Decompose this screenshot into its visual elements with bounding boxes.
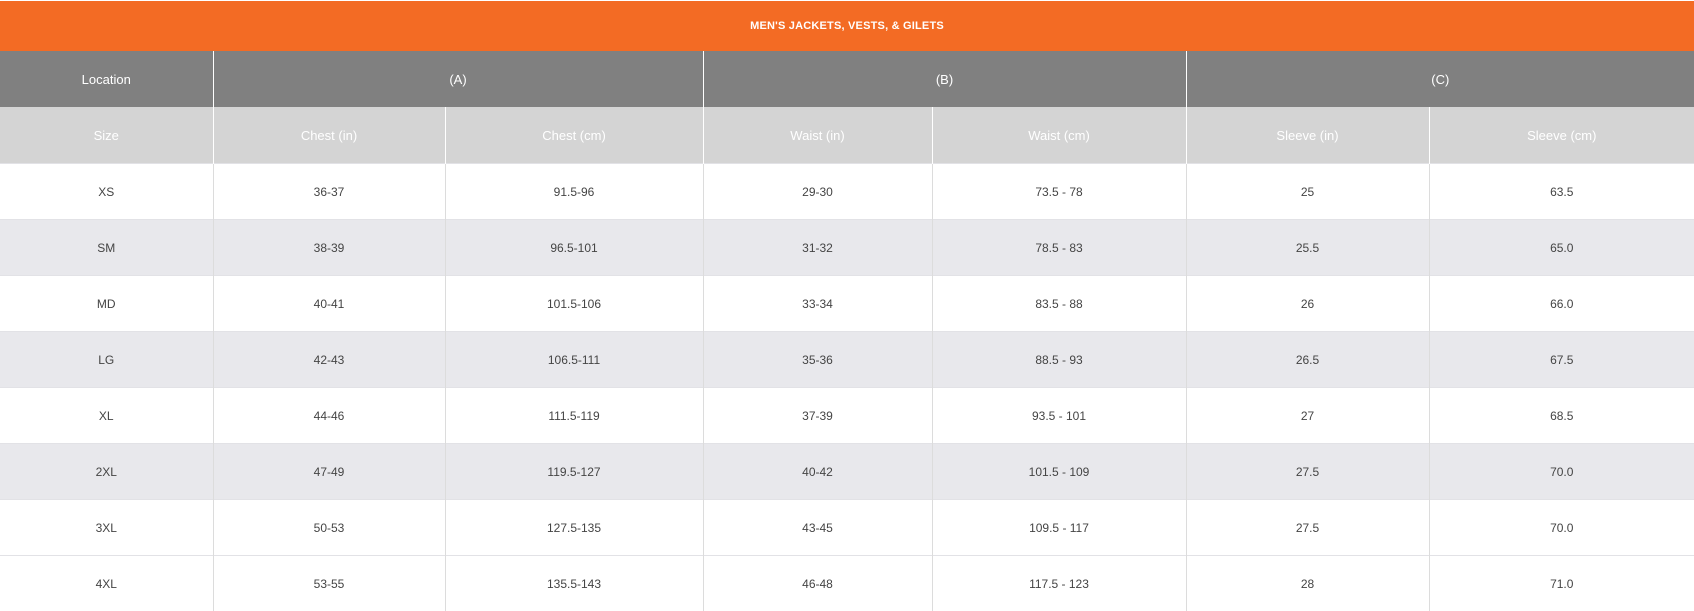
table-cell: 40-42	[703, 444, 932, 500]
table-cell: 3XL	[0, 500, 213, 556]
table-cell: MD	[0, 276, 213, 332]
table-row: XS 36-37 91.5-96 29-30 73.5 - 78 25 63.5	[0, 164, 1694, 220]
table-cell: 28	[1186, 556, 1429, 611]
table-cell: 50-53	[213, 500, 445, 556]
table-row: LG 42-43 106.5-111 35-36 88.5 - 93 26.5 …	[0, 332, 1694, 388]
table-cell: SM	[0, 220, 213, 276]
table-cell: 93.5 - 101	[932, 388, 1186, 444]
table-cell: 33-34	[703, 276, 932, 332]
column-header-sleeve-cm: Sleeve (cm)	[1429, 107, 1694, 164]
table-cell: 63.5	[1429, 164, 1694, 220]
table-cell: 117.5 - 123	[932, 556, 1186, 611]
table-cell: 42-43	[213, 332, 445, 388]
table-cell: 119.5-127	[445, 444, 703, 500]
table-cell: 70.0	[1429, 500, 1694, 556]
table-cell: 38-39	[213, 220, 445, 276]
table-cell: 2XL	[0, 444, 213, 500]
table-row: XL 44-46 111.5-119 37-39 93.5 - 101 27 6…	[0, 388, 1694, 444]
table-cell: 111.5-119	[445, 388, 703, 444]
table-row: 3XL 50-53 127.5-135 43-45 109.5 - 117 27…	[0, 500, 1694, 556]
table-cell: 106.5-111	[445, 332, 703, 388]
column-header-chest-in: Chest (in)	[213, 107, 445, 164]
table-cell: 83.5 - 88	[932, 276, 1186, 332]
table-cell: 65.0	[1429, 220, 1694, 276]
table-cell: 68.5	[1429, 388, 1694, 444]
table-cell: 27	[1186, 388, 1429, 444]
size-table: Location (A) (B) (C) Size Chest (in) Che…	[0, 51, 1694, 611]
table-cell: 35-36	[703, 332, 932, 388]
table-cell: XL	[0, 388, 213, 444]
table-cell: 27.5	[1186, 444, 1429, 500]
table-cell: 44-46	[213, 388, 445, 444]
table-cell: 78.5 - 83	[932, 220, 1186, 276]
table-cell: 37-39	[703, 388, 932, 444]
table-row: MD 40-41 101.5-106 33-34 83.5 - 88 26 66…	[0, 276, 1694, 332]
table-cell: 91.5-96	[445, 164, 703, 220]
table-cell: 109.5 - 117	[932, 500, 1186, 556]
table-row: SM 38-39 96.5-101 31-32 78.5 - 83 25.5 6…	[0, 220, 1694, 276]
table-cell: 53-55	[213, 556, 445, 611]
table-cell: 4XL	[0, 556, 213, 611]
group-header-b: (B)	[703, 51, 1186, 107]
table-cell: 66.0	[1429, 276, 1694, 332]
table-cell: 43-45	[703, 500, 932, 556]
table-cell: 73.5 - 78	[932, 164, 1186, 220]
table-cell: 135.5-143	[445, 556, 703, 611]
table-cell: 26	[1186, 276, 1429, 332]
table-cell: 40-41	[213, 276, 445, 332]
group-header-a: (A)	[213, 51, 703, 107]
chart-title: MEN'S JACKETS, VESTS, & GILETS	[0, 1, 1694, 51]
table-cell: XS	[0, 164, 213, 220]
table-cell: 25.5	[1186, 220, 1429, 276]
table-cell: 36-37	[213, 164, 445, 220]
table-cell: LG	[0, 332, 213, 388]
location-header: Location	[0, 51, 213, 107]
table-cell: 31-32	[703, 220, 932, 276]
table-cell: 88.5 - 93	[932, 332, 1186, 388]
table-cell: 67.5	[1429, 332, 1694, 388]
table-cell: 71.0	[1429, 556, 1694, 611]
table-cell: 46-48	[703, 556, 932, 611]
table-cell: 25	[1186, 164, 1429, 220]
table-cell: 101.5 - 109	[932, 444, 1186, 500]
table-cell: 27.5	[1186, 500, 1429, 556]
table-cell: 47-49	[213, 444, 445, 500]
column-header-row: Size Chest (in) Chest (cm) Waist (in) Wa…	[0, 107, 1694, 164]
table-cell: 29-30	[703, 164, 932, 220]
table-row: 4XL 53-55 135.5-143 46-48 117.5 - 123 28…	[0, 556, 1694, 611]
table-cell: 96.5-101	[445, 220, 703, 276]
size-chart: MEN'S JACKETS, VESTS, & GILETS Location …	[0, 0, 1694, 611]
column-header-sleeve-in: Sleeve (in)	[1186, 107, 1429, 164]
column-header-waist-cm: Waist (cm)	[932, 107, 1186, 164]
table-cell: 127.5-135	[445, 500, 703, 556]
column-header-chest-cm: Chest (cm)	[445, 107, 703, 164]
group-header-c: (C)	[1186, 51, 1694, 107]
column-header-waist-in: Waist (in)	[703, 107, 932, 164]
table-cell: 70.0	[1429, 444, 1694, 500]
table-cell: 101.5-106	[445, 276, 703, 332]
table-row: 2XL 47-49 119.5-127 40-42 101.5 - 109 27…	[0, 444, 1694, 500]
table-cell: 26.5	[1186, 332, 1429, 388]
group-header-row: Location (A) (B) (C)	[0, 51, 1694, 107]
column-header-size: Size	[0, 107, 213, 164]
